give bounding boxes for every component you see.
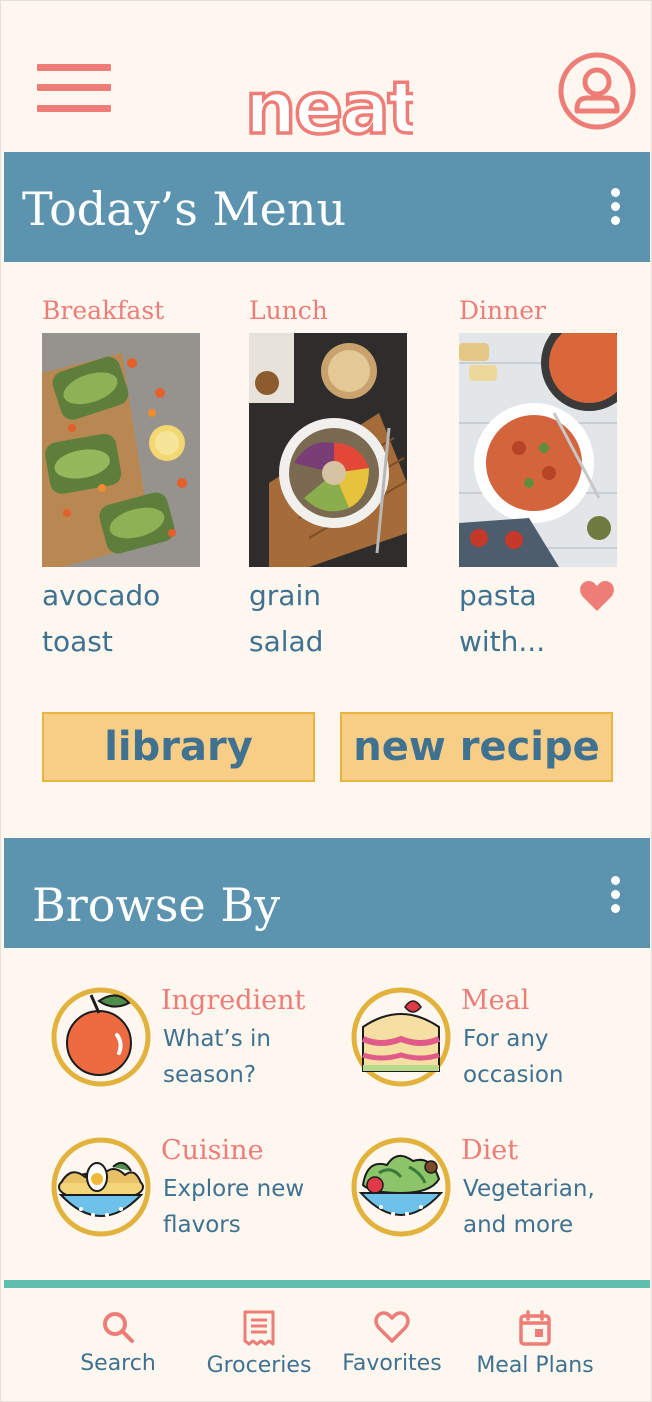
- hamburger-menu-icon[interactable]: [37, 61, 111, 115]
- browse-item-title: Ingredient: [161, 985, 306, 1016]
- todays-menu-header: Today’s Menu: [4, 152, 650, 262]
- tab-favorites[interactable]: Favorites: [335, 1310, 449, 1378]
- svg-text:neat: neat: [245, 67, 413, 139]
- tab-label: Search: [80, 1351, 156, 1376]
- bottom-nav-divider: [4, 1280, 650, 1288]
- browse-cuisine[interactable]: Cuisine Explore new flavors: [51, 1135, 341, 1247]
- browse-diet[interactable]: Diet Vegetarian, and more: [351, 1135, 641, 1247]
- noodle-bowl-icon: [51, 1137, 151, 1237]
- avocado-toast-photo: [42, 333, 200, 567]
- receipt-icon: [243, 1310, 275, 1346]
- meal-name: grain salad: [249, 579, 324, 658]
- app-logo: neat: [243, 64, 424, 152]
- user-profile-icon[interactable]: [557, 51, 637, 131]
- heart-icon: [374, 1311, 410, 1343]
- favorite-heart-icon[interactable]: [579, 579, 615, 613]
- cake-icon: [351, 987, 451, 1087]
- calendar-icon: [519, 1310, 551, 1346]
- browse-by-title: Browse By: [32, 878, 281, 932]
- tab-meal-plans[interactable]: Meal Plans: [467, 1310, 603, 1380]
- salad-bowl-icon: [351, 1137, 451, 1237]
- browse-item-desc: Vegetarian, and more: [463, 1176, 595, 1238]
- meal-name: avocado toast: [42, 579, 161, 658]
- top-bar: neat: [1, 1, 652, 153]
- pasta-photo: [459, 333, 617, 567]
- browse-item-desc: For any occasion: [463, 1026, 564, 1088]
- search-icon: [103, 1312, 134, 1343]
- bottom-nav: Search Groceries Favorites Meal Plans: [1, 1288, 652, 1402]
- browse-item-title: Cuisine: [161, 1135, 264, 1166]
- meal-label: Dinner: [459, 296, 546, 325]
- meal-card-breakfast[interactable]: Breakfast avocado toast: [42, 293, 212, 665]
- library-button[interactable]: library: [42, 712, 315, 782]
- meal-card-lunch[interactable]: Lunch grain salad: [249, 293, 419, 665]
- tab-label: Meal Plans: [476, 1353, 594, 1378]
- tab-groceries[interactable]: Groceries: [199, 1310, 319, 1380]
- browse-meal[interactable]: Meal For any occasion: [351, 985, 641, 1097]
- meal-label: Breakfast: [42, 296, 165, 325]
- grain-salad-photo: [249, 333, 407, 567]
- todays-menu-title: Today’s Menu: [22, 182, 347, 236]
- browse-item-desc: What’s in season?: [163, 1026, 272, 1088]
- meal-label: Lunch: [249, 296, 328, 325]
- tab-search[interactable]: Search: [73, 1310, 163, 1378]
- browse-item-title: Diet: [461, 1135, 519, 1166]
- apple-icon: [51, 987, 151, 1087]
- tab-label: Favorites: [342, 1351, 442, 1376]
- browse-ingredient[interactable]: Ingredient What’s in season?: [51, 985, 341, 1097]
- todays-menu-more-icon[interactable]: [608, 188, 622, 226]
- browse-by-more-icon[interactable]: [608, 876, 622, 914]
- tab-label: Groceries: [206, 1353, 312, 1378]
- new-recipe-button[interactable]: new recipe: [340, 712, 613, 782]
- browse-item-desc: Explore new flavors: [163, 1176, 305, 1238]
- browse-by-header: Browse By: [4, 838, 650, 948]
- browse-item-title: Meal: [461, 985, 530, 1016]
